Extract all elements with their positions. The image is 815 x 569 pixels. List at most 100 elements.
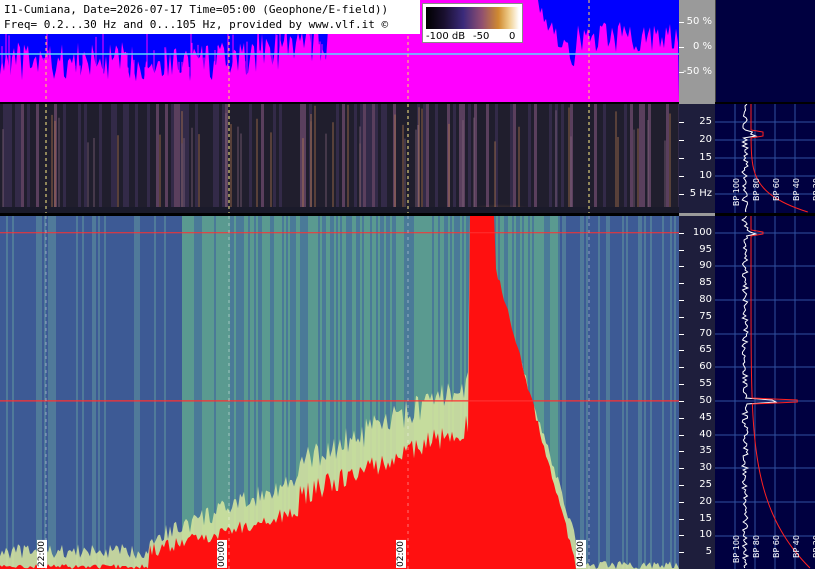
high-spec-column: [658, 216, 660, 569]
low-spec-column: [396, 104, 399, 213]
low-spec-column: [111, 104, 114, 213]
high-spec-column: [22, 216, 24, 569]
high-spec-column: [6, 216, 8, 569]
low-spec-column: [84, 104, 87, 213]
low-spec-column: [165, 104, 168, 213]
high-spec-column: [92, 216, 94, 569]
high-spec-column: [138, 216, 140, 569]
low-spec-column: [603, 104, 606, 213]
low-spec-column: [63, 104, 66, 213]
high-spec-column: [188, 216, 190, 569]
high-spec-column: [674, 216, 676, 569]
high-spec-column: [140, 216, 142, 569]
bp-bg: [715, 216, 815, 569]
high-spec-column: [162, 216, 164, 569]
axis-tick-label: 85: [699, 277, 712, 289]
low-spec-column: [171, 104, 174, 213]
low-spec-column: [267, 104, 270, 213]
high-spec-column: [644, 216, 646, 569]
low-spec-column: [435, 104, 438, 213]
axis-tick-label: 100: [692, 226, 712, 238]
axis-tick-label: 90: [699, 260, 712, 272]
high-spec-column: [18, 216, 20, 569]
low-spec-column: [339, 104, 342, 213]
low-spec-column: [78, 104, 81, 213]
high-spec-column: [672, 216, 674, 569]
low-spec-column: [195, 104, 198, 213]
high-spec-column: [606, 216, 608, 569]
header-line-1: I1-Cumiana, Date=2026-07-17 Time=05:00 (…: [4, 3, 389, 16]
high-spec-column: [630, 216, 632, 569]
high-spec-column: [126, 216, 128, 569]
low-spec-column: [42, 104, 45, 213]
low-spec-column: [258, 104, 261, 213]
low-spec-column: [282, 104, 285, 213]
low-spec-column: [222, 104, 225, 213]
low-spec-column: [657, 104, 660, 213]
axis-tick-label: 0 %: [692, 41, 712, 52]
low-spec-column: [579, 104, 582, 213]
low-spec-column: [552, 104, 555, 213]
low-spec-column: [9, 104, 12, 213]
bp-label: BP 80: [752, 535, 761, 559]
low-spec-column: [261, 104, 264, 213]
low-spec-column: [36, 104, 39, 213]
high-spec-column: [16, 216, 18, 569]
low-spec-column: [129, 104, 132, 213]
axis-tick-label: 50 %: [686, 16, 712, 27]
low-spec-column: [120, 104, 123, 213]
high-frequency-spectrogram: [0, 216, 679, 569]
low-spec-column: [318, 104, 321, 213]
axis-tick-label: 95: [699, 243, 712, 255]
low-spec-column: [384, 104, 387, 213]
high-spec-column: [30, 216, 32, 569]
low-spec-column: [369, 104, 372, 213]
high-spec-column: [42, 216, 44, 569]
low-spec-column: [336, 104, 339, 213]
low-spec-column: [642, 104, 645, 213]
time-tick-label: 00:00: [217, 540, 227, 568]
low-spec-column: [39, 104, 42, 213]
low-frequency-spectrogram: [0, 104, 679, 213]
low-spec-column: [72, 104, 75, 213]
high-spec-column: [572, 216, 574, 569]
high-spec-column: [158, 216, 160, 569]
axis-tick: [679, 283, 684, 285]
axis-tick: [679, 316, 684, 318]
high-spec-column: [120, 216, 122, 569]
high-spec-column: [118, 216, 120, 569]
axis-tick: [679, 22, 684, 23]
high-spec-column: [646, 216, 648, 569]
low-spec-column: [306, 104, 309, 213]
low-spec-column: [321, 104, 324, 213]
low-spec-column: [108, 104, 111, 213]
high-spec-column: [26, 216, 28, 569]
low-spec-column: [243, 104, 246, 213]
high-spec-column: [628, 216, 630, 569]
low-spec-column: [201, 104, 204, 213]
low-spec-column: [609, 104, 612, 213]
low-spec-column: [639, 104, 642, 213]
high-spec-column: [150, 216, 152, 569]
high-spec-column: [618, 216, 620, 569]
high-spec-column: [100, 216, 102, 569]
high-spec-column: [580, 216, 582, 569]
low-spec-column: [429, 104, 432, 213]
header-info: I1-Cumiana, Date=2026-07-17 Time=05:00 (…: [0, 0, 420, 34]
axis-tick: [679, 384, 684, 386]
high-spec-column: [56, 216, 58, 569]
time-tick-label: 22:00: [37, 540, 47, 568]
high-spec-column: [50, 216, 52, 569]
low-spec-column: [30, 104, 33, 213]
low-spec-column: [207, 104, 210, 213]
high-spec-column: [182, 216, 184, 569]
low-spec-column: [432, 104, 435, 213]
high-spec-column: [38, 216, 40, 569]
low-spec-column: [81, 104, 84, 213]
axis-tick: [679, 434, 684, 436]
high-spec-column: [96, 216, 98, 569]
high-spec-column: [168, 216, 170, 569]
high-spec-column: [66, 216, 68, 569]
high-spec-column: [84, 216, 86, 569]
low-spec-column: [441, 104, 444, 213]
